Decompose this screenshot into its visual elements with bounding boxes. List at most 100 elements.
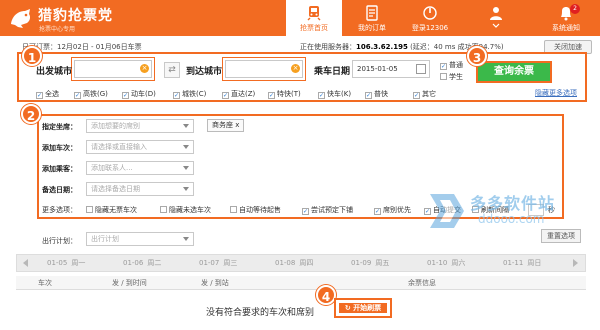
backup-date-select[interactable]: 请选择备选日期 [86, 182, 194, 196]
date-cell[interactable]: 01-06 周二 [123, 255, 161, 271]
col-remaining: 余票信息 [408, 279, 436, 287]
seat-chip[interactable]: 商务座 x [207, 119, 245, 132]
ticket-type-student[interactable]: 学生 [440, 72, 463, 82]
checkbox[interactable] [440, 73, 447, 80]
app-brand-subtitle: 抢票中心专用 [39, 26, 76, 33]
train-filter-checkbox[interactable]: ✓ 特快(T) [268, 89, 301, 99]
to-city-label: 到达城市 [186, 67, 223, 77]
start-refresh-button[interactable]: ↻ 开始刷票 [334, 298, 392, 318]
checkbox[interactable]: ✓ [36, 92, 43, 99]
calendar-icon[interactable] [416, 64, 426, 74]
nav-tab-label: 登录12306 [411, 24, 449, 32]
seat-select[interactable]: 添加想要的席别 [86, 119, 194, 133]
nav-tab-home[interactable]: 抢票首页 [286, 0, 342, 36]
nav-tab-label: 系统通知 [552, 24, 580, 32]
watermark-url: ddooo.com [478, 212, 545, 226]
train-icon [307, 6, 321, 21]
order-list-icon [366, 5, 378, 21]
train-filter-checkbox[interactable]: ✓ 城铁(C) [173, 89, 206, 99]
checkbox[interactable]: ✓ [374, 208, 381, 215]
checkbox[interactable]: ✓ [413, 92, 420, 99]
date-cell[interactable]: 01-05 周一 [47, 255, 85, 271]
more-option-checkbox[interactable]: ✓ 席别优先 [374, 205, 411, 215]
nav-tab-label: 抢票首页 [300, 24, 328, 32]
remove-chip-icon[interactable]: x [235, 121, 239, 129]
more-options-label: 更多选项： [42, 206, 77, 214]
train-filter-checkbox[interactable]: ✓ 快车(K) [318, 89, 351, 99]
date-cell[interactable]: 01-08 周四 [275, 255, 313, 271]
date-strip: 01-05 周一 01-06 周二 01-07 周三 01-08 周四 01-09 周五 01-10… [16, 254, 586, 272]
col-train: 车次 [38, 279, 52, 287]
col-time: 发 / 到时间 [112, 279, 147, 287]
date-cell[interactable]: 01-07 周三 [199, 255, 237, 271]
travel-plan-select[interactable]: 出行计划 [86, 232, 194, 246]
step-marker-4: 4 [316, 285, 336, 305]
step-marker-1: 1 [22, 46, 42, 66]
server-label: 正在使用服务器： [300, 43, 356, 51]
nav-tab-login[interactable]: 登录12306 [402, 0, 458, 36]
date-cell[interactable]: 01-11 周日 [503, 255, 541, 271]
results-table-header: 车次 发 / 到时间 发 / 到站 余票信息 [16, 276, 586, 290]
checkbox[interactable]: ✓ [122, 92, 129, 99]
train-filter-checkbox[interactable]: ✓ 其它 [413, 89, 436, 99]
query-tickets-button[interactable]: 查询余票 [476, 61, 552, 83]
nav-tab-label: 我的订单 [358, 24, 386, 32]
travel-plan-label: 出行计划： [42, 237, 77, 245]
user-icon [490, 7, 502, 20]
train-filter-checkbox[interactable]: ✓ 普快 [365, 89, 388, 99]
train-filter-checkbox[interactable]: ✓ 高铁(G) [74, 89, 108, 99]
cheetah-logo-icon [11, 9, 31, 28]
start-refresh-label: ↻ 开始刷票 [339, 303, 387, 313]
nav-tab-user[interactable] [468, 0, 524, 36]
more-option-checkbox[interactable]: ✓ 尝试预定下铺 [302, 205, 353, 215]
train-filter-checkbox[interactable]: ✓ 全选 [36, 89, 59, 99]
checkbox[interactable] [230, 206, 237, 213]
next-date-icon[interactable] [573, 259, 578, 267]
login-icon [423, 6, 437, 20]
train-number-label: 添加车次： [42, 144, 77, 152]
nav-tab-orders[interactable]: 我的订单 [344, 0, 400, 36]
col-station: 发 / 到站 [201, 279, 229, 287]
more-option-checkbox[interactable]: 自动等待起售 [230, 205, 281, 215]
passenger-label: 添加乘客： [42, 165, 77, 173]
app-brand: 猎豹抢票党 [38, 8, 113, 24]
travel-date-label: 乘车日期 [314, 67, 351, 77]
prev-date-icon[interactable] [23, 259, 28, 267]
more-option-checkbox[interactable]: 隐藏未选车次 [160, 205, 211, 215]
ticket-type-normal[interactable]: ✓ 普通 [440, 60, 463, 70]
date-cell[interactable]: 01-10 周六 [427, 255, 465, 271]
date-cell[interactable]: 01-09 周五 [351, 255, 389, 271]
checkbox[interactable]: ✓ [74, 92, 81, 99]
train-filter-checkbox[interactable]: ✓ 动车(D) [122, 89, 156, 99]
checkbox[interactable]: ✓ [302, 208, 309, 215]
watermark-text: 多多软件站 [470, 194, 556, 213]
from-city-label: 出发城市 [36, 67, 73, 77]
checkbox[interactable]: ✓ [173, 92, 180, 99]
train-filter-checkbox[interactable]: ✓ 直达(Z) [222, 89, 255, 99]
more-option-checkbox[interactable]: 隐藏无票车次 [86, 205, 137, 215]
step-marker-2: 2 [21, 104, 41, 124]
clear-to-icon[interactable]: × [291, 64, 300, 73]
checkbox[interactable]: ✓ [318, 92, 325, 99]
chevron-down-icon [492, 23, 500, 28]
train-number-select[interactable]: 请选择或直接输入 [86, 140, 194, 154]
hide-more-options-link[interactable]: 隐藏更多选项 [535, 88, 577, 98]
checkbox[interactable]: ✓ [222, 92, 229, 99]
passenger-select[interactable]: 添加联系人... [86, 161, 194, 175]
swap-cities-button[interactable]: ⇄ [164, 62, 180, 78]
checkbox[interactable] [160, 206, 167, 213]
clear-from-icon[interactable]: × [140, 64, 149, 73]
server-ip: 106.3.62.195 [356, 43, 408, 51]
checkbox[interactable]: ✓ [440, 63, 447, 70]
notification-badge: 2 [570, 4, 580, 14]
checkbox[interactable]: ✓ [365, 92, 372, 99]
empty-results-text: 没有符合要求的车次和席别 [206, 308, 315, 318]
server-latency: (延迟：40 ms [410, 43, 456, 51]
chevron-down-icon [183, 187, 189, 191]
top-bar: 猎豹抢票党 抢票中心专用 抢票首页 我的订单 登录12306 2 系统通知 [0, 0, 600, 36]
checkbox[interactable]: ✓ [268, 92, 275, 99]
nav-tab-notifications[interactable]: 2 系统通知 [536, 0, 596, 36]
chevron-down-icon [183, 237, 189, 241]
checkbox[interactable] [86, 206, 93, 213]
reset-options-button[interactable]: 重置选项 [541, 229, 581, 243]
